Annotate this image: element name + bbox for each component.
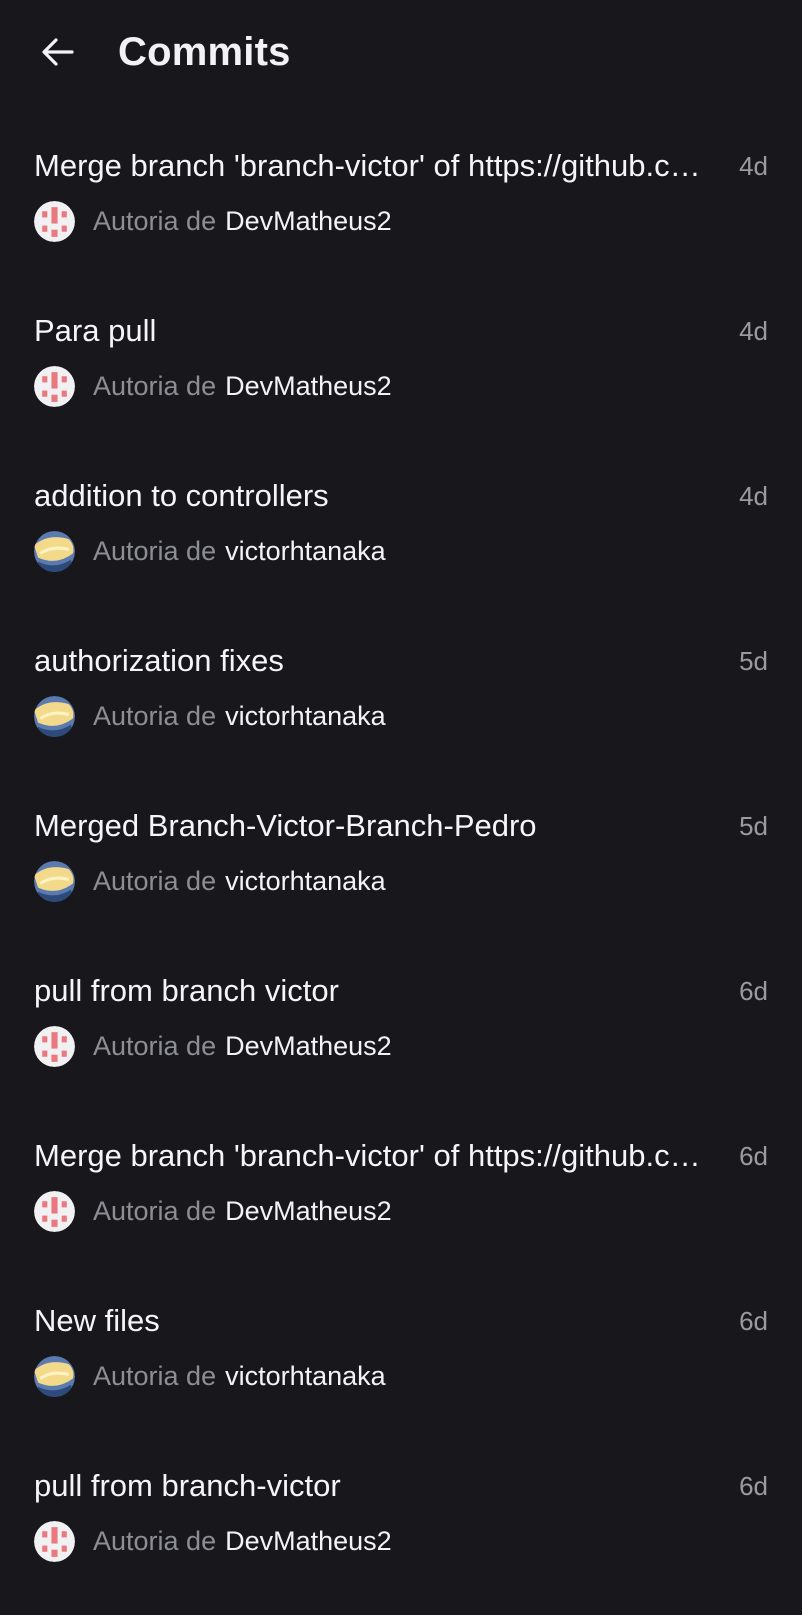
author-prefix: Autoria de xyxy=(93,1526,217,1556)
author-prefix: Autoria de xyxy=(93,1031,217,1061)
photo-avatar[interactable] xyxy=(34,860,75,902)
author-row: Autoria de DevMatheus2 xyxy=(34,365,392,407)
author-name[interactable]: victorhtanaka xyxy=(225,699,386,733)
identicon-avatar[interactable] xyxy=(34,365,75,407)
arrow-left-icon xyxy=(42,38,74,66)
identicon-avatar[interactable] xyxy=(34,1025,75,1067)
commit-age: 6d xyxy=(739,1141,768,1171)
photo-avatar[interactable] xyxy=(34,530,75,572)
commit-list-item[interactable]: pull from branch victor 6d Autoria de De… xyxy=(0,955,802,1120)
top-app-bar: Commits xyxy=(0,0,802,108)
author-prefix: Autoria de xyxy=(93,1196,217,1226)
author-row: Autoria de DevMatheus2 xyxy=(34,1520,392,1562)
author-prefix: Autoria de xyxy=(93,866,217,896)
commit-list: Merge branch 'branch-victor' of https://… xyxy=(0,130,802,1615)
author-row: Autoria de victorhtanaka xyxy=(34,530,386,572)
author-prefix: Autoria de xyxy=(93,701,217,731)
author-name[interactable]: DevMatheus2 xyxy=(225,204,392,238)
author-name[interactable]: DevMatheus2 xyxy=(225,1029,392,1063)
author-row: Autoria de victorhtanaka xyxy=(34,860,386,902)
commit-message: Merged Branch-Victor-Branch-Pedro xyxy=(34,808,537,843)
author-name[interactable]: DevMatheus2 xyxy=(225,1194,392,1228)
commit-message: Merge branch 'branch-victor' of https://… xyxy=(34,1138,710,1173)
author-row: Autoria de DevMatheus2 xyxy=(34,1025,392,1067)
commit-message: New files xyxy=(34,1303,160,1338)
commit-message: authorization fixes xyxy=(34,643,284,678)
commit-message: Merge branch 'branch-victor' of https://… xyxy=(34,148,710,183)
page-title: Commits xyxy=(118,30,291,74)
commit-age: 6d xyxy=(739,976,768,1006)
author-name[interactable]: victorhtanaka xyxy=(225,534,386,568)
commit-age: 4d xyxy=(739,316,768,346)
commit-age: 5d xyxy=(739,811,768,841)
author-row: Autoria de DevMatheus2 xyxy=(34,200,392,242)
photo-avatar[interactable] xyxy=(34,1355,75,1397)
identicon-avatar[interactable] xyxy=(34,1190,75,1232)
commit-age: 4d xyxy=(739,481,768,511)
commit-age: 4d xyxy=(739,151,768,181)
commit-list-item[interactable]: Merge branch 'branch-victor' of https://… xyxy=(0,130,802,295)
author-name[interactable]: DevMatheus2 xyxy=(225,1524,392,1558)
commit-list-item[interactable]: New files 6d Autoria de victorhtanaka xyxy=(0,1285,802,1450)
back-button[interactable] xyxy=(34,28,82,76)
author-row: Autoria de DevMatheus2 xyxy=(34,1190,392,1232)
author-prefix: Autoria de xyxy=(93,371,217,401)
commit-age: 6d xyxy=(739,1471,768,1501)
commit-age: 5d xyxy=(739,646,768,676)
author-row: Autoria de victorhtanaka xyxy=(34,695,386,737)
commit-list-item[interactable]: Para pull 4d Autoria de DevMatheus2 xyxy=(0,295,802,460)
commit-message: pull from branch-victor xyxy=(34,1468,341,1503)
commit-list-item[interactable]: Merge branch 'branch-victor' of https://… xyxy=(0,1120,802,1285)
author-name[interactable]: victorhtanaka xyxy=(225,864,386,898)
author-prefix: Autoria de xyxy=(93,206,217,236)
commit-list-item[interactable]: addition to controllers 4d Autoria de vi… xyxy=(0,460,802,625)
commit-list-item[interactable]: pull from branch-victor 6d Autoria de De… xyxy=(0,1450,802,1615)
author-name[interactable]: DevMatheus2 xyxy=(225,369,392,403)
commit-message: Para pull xyxy=(34,313,157,348)
author-row: Autoria de victorhtanaka xyxy=(34,1355,386,1397)
commit-message: addition to controllers xyxy=(34,478,329,513)
commit-list-item[interactable]: authorization fixes 5d Autoria de victor… xyxy=(0,625,802,790)
author-name[interactable]: victorhtanaka xyxy=(225,1359,386,1393)
commit-message: pull from branch victor xyxy=(34,973,339,1008)
commit-list-item[interactable]: Merged Branch-Victor-Branch-Pedro 5d Aut… xyxy=(0,790,802,955)
commit-age: 6d xyxy=(739,1306,768,1336)
identicon-avatar[interactable] xyxy=(34,200,75,242)
photo-avatar[interactable] xyxy=(34,695,75,737)
identicon-avatar[interactable] xyxy=(34,1520,75,1562)
author-prefix: Autoria de xyxy=(93,536,217,566)
author-prefix: Autoria de xyxy=(93,1361,217,1391)
